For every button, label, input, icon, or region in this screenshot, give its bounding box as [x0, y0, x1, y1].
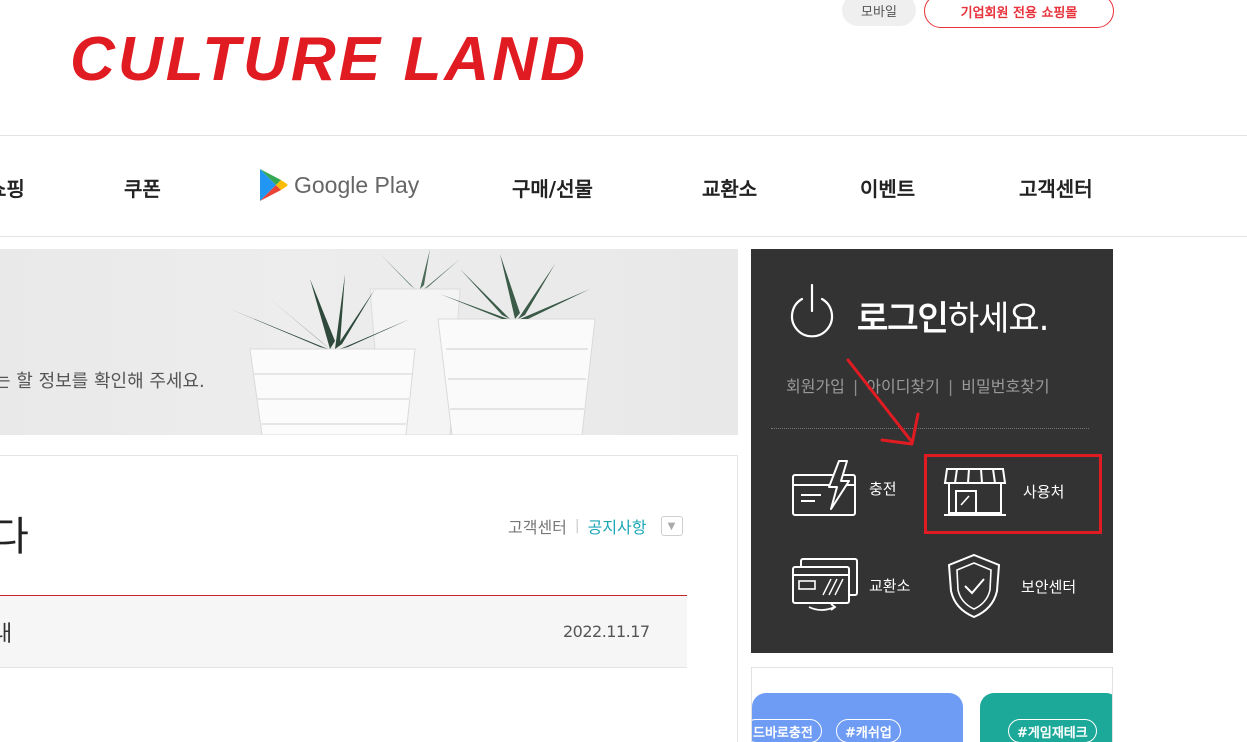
main-nav: 쇼핑 쿠폰 구매/선물 교환소 이벤트 고객센터 — [0, 136, 1247, 236]
notice-link[interactable]: 공지사항 — [588, 514, 647, 538]
login-divider — [771, 428, 1089, 429]
nav-exchange[interactable]: 교환소 — [702, 173, 757, 202]
exchange-card-icon — [792, 558, 858, 611]
chevron-down-icon[interactable]: ▼ — [660, 516, 683, 536]
nav-google-play[interactable]: Google Play — [258, 168, 419, 202]
google-play-icon — [260, 169, 288, 201]
power-icon[interactable] — [787, 283, 837, 341]
culture-land-logo[interactable]: CULTURE LAND — [70, 25, 590, 94]
link-separator: | — [574, 518, 580, 534]
quick-charge-label: 충전 — [869, 479, 897, 498]
promo-tag: #게임재테크 — [1008, 719, 1097, 742]
customer-center-link[interactable]: 고객센터 — [508, 514, 567, 538]
corporate-mall-button[interactable]: 기업회원 전용 쇼핑몰 — [924, 0, 1114, 28]
login-title[interactable]: 로그인하세요. — [857, 291, 1049, 340]
promo-tag: 드바로충전 — [752, 719, 822, 742]
promo-tag: #캐쉬업 — [836, 719, 901, 742]
signup-link[interactable]: 회원가입 — [786, 377, 845, 396]
notice-section: 다 고객센터 | 공지사항 ▼ 내 2022.11.17 — [0, 455, 738, 742]
notice-row[interactable]: 내 2022.11.17 — [0, 596, 687, 668]
quick-security[interactable]: 보안센터 — [947, 553, 1076, 619]
quick-charge[interactable]: 충전 — [791, 459, 897, 517]
link-separator: | — [947, 377, 954, 396]
login-panel: 로그인하세요. 회원가입 | 아이디찾기 | 비밀번호찾기 충전 사용처 교환소… — [751, 249, 1113, 653]
quick-exchange-label: 교환소 — [869, 576, 911, 595]
nav-coupon[interactable]: 쿠폰 — [124, 173, 161, 202]
shield-check-icon — [947, 553, 1001, 619]
quick-exchange[interactable]: 교환소 — [791, 555, 910, 615]
mobile-button[interactable]: 모바일 — [842, 0, 916, 26]
nav-event[interactable]: 이벤트 — [860, 173, 915, 202]
banner-text: 는 할 정보를 확인해 주세요. — [0, 371, 205, 392]
google-play-label: Google Play — [294, 171, 420, 198]
annotation-arrow-icon — [846, 358, 920, 446]
svg-text:CULTURE LAND: CULTURE LAND — [70, 30, 588, 86]
notice-links: 고객센터 | 공지사항 ▼ — [508, 514, 683, 538]
notice-row-date: 2022.11.17 — [563, 622, 650, 641]
promo-card-blue[interactable]: 드바로충전 #캐쉬업 — [752, 693, 963, 742]
promo-section: 드바로충전 #캐쉬업 #게임재테크 — [751, 667, 1113, 742]
notice-row-title: 내 — [0, 622, 13, 647]
nav-purchase-gift[interactable]: 구매/선물 — [512, 173, 593, 202]
quick-security-label: 보안센터 — [1021, 577, 1077, 596]
page: CULTURE LAND 모바일 기업회원 전용 쇼핑몰 쇼핑 쿠폰 구매/선물… — [0, 0, 1247, 742]
highlight-box — [924, 454, 1102, 534]
nav-customer-center[interactable]: 고객센터 — [1019, 173, 1093, 202]
promo-card-green[interactable]: #게임재테크 — [980, 693, 1112, 742]
nav-shopping[interactable]: 쇼핑 — [0, 173, 25, 202]
notice-heading: 다 — [0, 514, 29, 560]
charge-card-icon — [792, 460, 856, 516]
banner[interactable]: 는 할 정보를 확인해 주세요. — [0, 249, 738, 435]
login-title-rest: 하세요. — [947, 299, 1050, 339]
nav-divider — [0, 236, 1247, 237]
login-title-bold: 로그인 — [857, 299, 949, 339]
find-password-link[interactable]: 비밀번호찾기 — [961, 377, 1049, 396]
plant-pots-image — [230, 249, 596, 435]
